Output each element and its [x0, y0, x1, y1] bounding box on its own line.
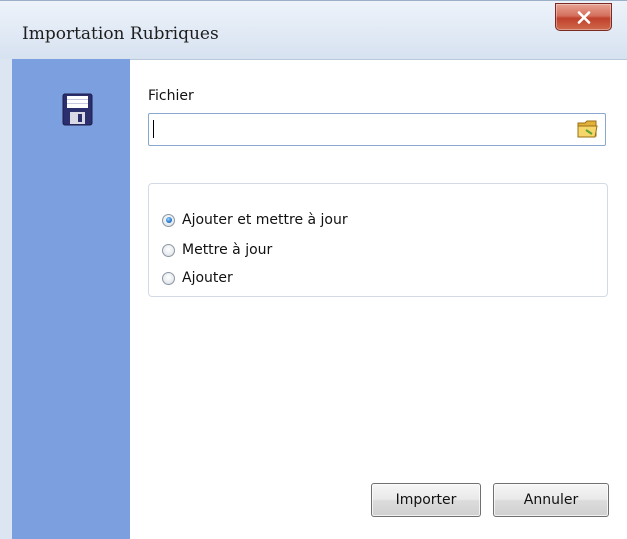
- file-path-input[interactable]: [148, 113, 606, 146]
- close-icon: [577, 11, 591, 24]
- radio-button[interactable]: [162, 271, 175, 285]
- floppy-disk-icon: [62, 93, 93, 126]
- radio-option-add-and-update[interactable]: Ajouter et mettre à jour: [162, 210, 348, 230]
- file-label: Fichier: [148, 88, 194, 104]
- browse-button[interactable]: [576, 118, 600, 140]
- window-title: Importation Rubriques: [22, 24, 219, 44]
- radio-option-add[interactable]: Ajouter: [162, 268, 233, 288]
- radio-label: Ajouter: [182, 270, 233, 286]
- radio-option-update[interactable]: Mettre à jour: [162, 240, 272, 260]
- radio-label: Ajouter et mettre à jour: [182, 212, 348, 228]
- title-bar[interactable]: Importation Rubriques: [0, 1, 627, 60]
- import-dialog: Importation Rubriques Fichier Ajouter et…: [0, 0, 627, 539]
- folder-icon: [577, 120, 598, 138]
- text-caret: [153, 120, 154, 138]
- sidebar-panel: [12, 59, 130, 539]
- radio-button[interactable]: [162, 243, 175, 257]
- import-button[interactable]: Importer: [371, 483, 481, 517]
- radio-label: Mettre à jour: [182, 242, 273, 258]
- cancel-button[interactable]: Annuler: [493, 483, 609, 517]
- radio-button-checked[interactable]: [162, 213, 175, 227]
- close-button[interactable]: [555, 3, 612, 31]
